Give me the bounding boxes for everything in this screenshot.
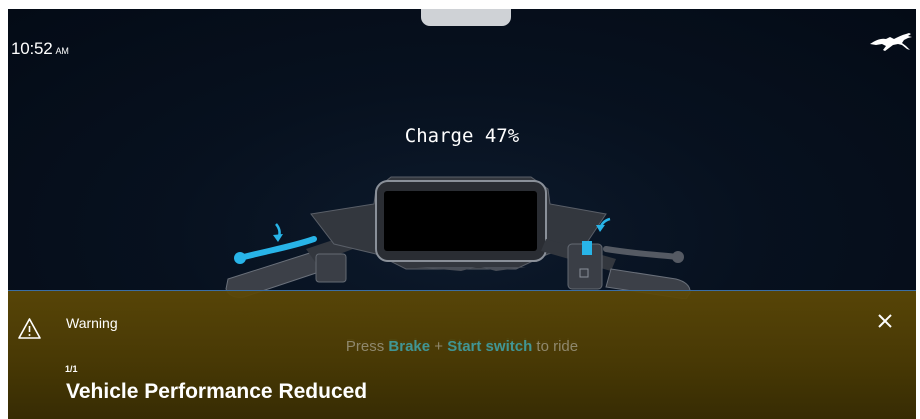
warning-banner: Warning Press Brake + Start switch to ri… [8,290,916,419]
warning-hint-brake: Brake [388,338,431,355]
warning-hint-plus: + [430,338,448,355]
warning-ride-hint: Press Brake + Start switch to ride [8,338,916,355]
warning-hint-suffix: to ride [532,338,579,355]
warning-message: Vehicle Performance Reduced [66,380,368,403]
warning-triangle-icon [18,318,41,339]
clock: 10:52 AM [11,39,69,59]
warning-counter: 1/1 [65,364,78,374]
close-button[interactable] [870,306,900,336]
handlebar-illustration [225,176,691,299]
warning-title: Warning [66,315,118,331]
horse-logo-icon [870,33,912,51]
charge-level: Charge 47% [404,125,520,147]
dashboard-screen: 10:52 AM Charge 47% Warning Press Brake … [8,9,916,419]
clock-time: 10:52 [11,39,53,58]
warning-hint-start-switch: Start switch [447,338,533,355]
close-icon [878,314,892,328]
warning-hint-prefix: Press [345,338,389,355]
clock-ampm: AM [55,46,69,56]
pull-down-handle[interactable] [421,9,511,26]
